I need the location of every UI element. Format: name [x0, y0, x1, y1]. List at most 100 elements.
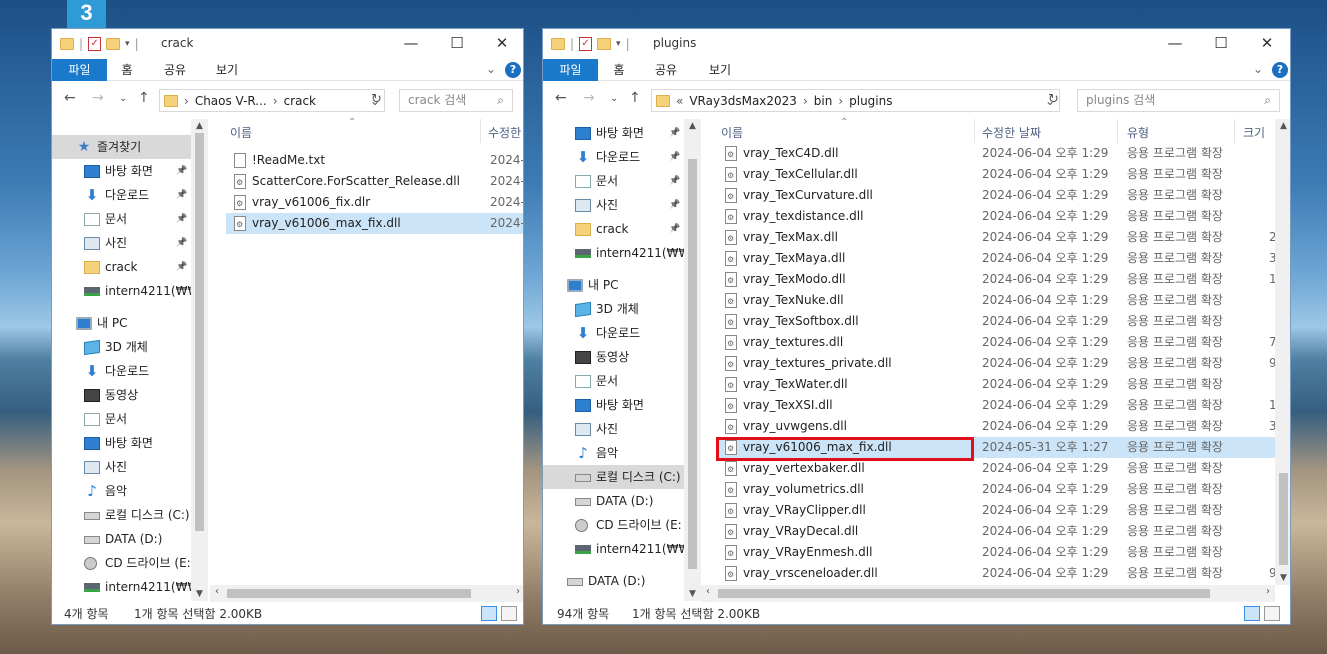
sidebar-item[interactable]: ⬇ 다운로드	[543, 321, 684, 345]
file-row[interactable]: vray_TexWater.dll 2024-06-04 오후 1:29 응용 프로…	[717, 374, 1275, 396]
sidebar-item[interactable]: 문서	[543, 369, 684, 393]
file-row[interactable]: vray_TexNuke.dll 2024-06-04 오후 1:29 응용 프로그…	[717, 290, 1275, 312]
pin-icon[interactable]: 📌	[669, 121, 680, 145]
sidebar-item[interactable]: ★ 즐겨찾기	[52, 135, 191, 159]
address-bar[interactable]: › Chaos V-R... › crack ⌄	[159, 89, 385, 112]
tab-view[interactable]: 보기	[701, 59, 739, 81]
file-row[interactable]: vray_TexXSI.dll 2024-06-04 오후 1:29 응용 프로그램…	[717, 395, 1277, 417]
column-size[interactable]: 크기	[1243, 124, 1265, 141]
column-date[interactable]: 수정한 날짜	[982, 124, 1041, 141]
minimize-button[interactable]: —	[1152, 29, 1198, 59]
scroll-thumb[interactable]	[1279, 473, 1288, 565]
properties-icon[interactable]: ✓	[88, 37, 102, 51]
tab-home[interactable]: 홈	[114, 59, 140, 81]
file-row[interactable]: vray_TexCurvature.dll 2024-06-04 오후 1:29 응…	[717, 185, 1275, 207]
minimize-button[interactable]: —	[388, 29, 434, 59]
column-date[interactable]: 수정한	[488, 124, 521, 141]
tab-share[interactable]: 공유	[156, 59, 194, 81]
sidebar-item[interactable]: 바탕 화면 📌	[52, 159, 191, 183]
maximize-button[interactable]: ☐	[434, 29, 480, 59]
file-row[interactable]: vray_TexModo.dll 2024-06-04 오후 1:29 응용 프로그…	[717, 269, 1277, 291]
scroll-left-icon[interactable]: ‹	[706, 586, 710, 597]
details-view-icon[interactable]	[481, 606, 497, 621]
address-bar[interactable]: « VRay3dsMax2023 › bin › plugins ⌄	[651, 89, 1060, 112]
sidebar-item[interactable]: 사진	[52, 455, 191, 479]
breadcrumb-overflow[interactable]: «	[676, 94, 683, 108]
scroll-thumb[interactable]	[227, 589, 471, 598]
file-row[interactable]: vray_TexMaya.dll 2024-06-04 오후 1:29 응용 프로그…	[717, 248, 1277, 270]
sidebar-item[interactable]: 문서 📌	[543, 169, 684, 193]
sidebar-item[interactable]: 3D 개체	[543, 297, 684, 321]
scroll-down-icon[interactable]: ▼	[1275, 573, 1290, 583]
sidebar-item[interactable]: 로컬 디스크 (C:)	[543, 465, 684, 489]
sidebar-item[interactable]: 사진 📌	[543, 193, 684, 217]
sidebar-item[interactable]: intern4211(₩₩ir	[543, 241, 699, 265]
sidebar-item[interactable]: ⬇ 다운로드 📌	[543, 145, 684, 169]
tab-home[interactable]: 홈	[606, 59, 632, 81]
back-arrow-icon[interactable]: ←	[64, 90, 76, 106]
scroll-right-icon[interactable]: ›	[1266, 586, 1270, 597]
sidebar-item[interactable]: 바탕 화면	[52, 431, 191, 455]
scroll-right-icon[interactable]: ›	[516, 586, 520, 597]
pin-icon[interactable]: 📌	[669, 169, 680, 193]
forward-arrow-icon[interactable]: →	[92, 90, 104, 106]
ribbon-expand-icon[interactable]: ⌄	[486, 62, 496, 76]
search-input[interactable]: plugins 검색 ⌕	[1077, 89, 1280, 112]
properties-icon[interactable]: ✓	[579, 37, 593, 51]
tab-share[interactable]: 공유	[647, 59, 685, 81]
file-row[interactable]: vray_volumetrics.dll 2024-06-04 오후 1:29 응용…	[717, 479, 1275, 501]
refresh-icon[interactable]: ↻	[371, 92, 382, 107]
scroll-up-icon[interactable]: ▲	[684, 121, 701, 131]
scroll-up-icon[interactable]: ▲	[1275, 121, 1290, 131]
scroll-left-icon[interactable]: ‹	[215, 586, 219, 597]
sidebar-item[interactable]: CD 드라이브 (E:	[543, 513, 684, 537]
pin-icon[interactable]: 📌	[669, 145, 680, 169]
file-row[interactable]: vray_VRayDecal.dll 2024-06-04 오후 1:29 응용 프…	[717, 521, 1275, 543]
pin-icon[interactable]: 📌	[176, 159, 187, 183]
horizontal-scrollbar[interactable]: ‹ ›	[701, 585, 1275, 602]
file-row[interactable]: ScatterCore.ForScatter_Release.dll 2024-0	[226, 171, 523, 193]
sidebar-item[interactable]: 바탕 화면	[543, 393, 684, 417]
sidebar-item[interactable]: crack 📌	[52, 255, 191, 279]
column-name[interactable]: 이름	[721, 124, 743, 141]
close-button[interactable]: ✕	[1244, 29, 1290, 59]
scroll-thumb[interactable]	[718, 589, 1210, 598]
recent-locations-icon[interactable]: ⌄	[119, 93, 127, 104]
sidebar-item[interactable]: DATA (D:)	[543, 489, 684, 513]
scroll-up-icon[interactable]: ▲	[191, 121, 208, 131]
title-bar[interactable]: | ✓ ▾ | crack — ☐ ✕	[52, 29, 523, 59]
horizontal-scrollbar[interactable]: ‹ ›	[210, 585, 523, 602]
sidebar-item[interactable]: intern4211(₩₩ir	[52, 575, 208, 599]
ribbon-expand-icon[interactable]: ⌄	[1253, 62, 1263, 76]
sidebar-item[interactable]: 바탕 화면 📌	[543, 121, 684, 145]
recent-locations-icon[interactable]: ⌄	[610, 93, 618, 104]
sidebar-item[interactable]: DATA (D:)	[52, 527, 191, 551]
file-row[interactable]: vray_v61006_fix.dlr 2024-0	[226, 192, 523, 214]
sidebar-item[interactable]: DATA (D:)	[543, 569, 684, 593]
file-row[interactable]: vray_TexMax.dll 2024-06-04 오후 1:29 응용 프로그램…	[717, 227, 1277, 249]
search-input[interactable]: crack 검색 ⌕	[399, 89, 513, 112]
large-icons-view-icon[interactable]	[1264, 606, 1280, 621]
close-button[interactable]: ✕	[479, 29, 523, 59]
file-row[interactable]: vray_v61006_max_fix.dll 2024-0	[226, 213, 523, 235]
folder-icon[interactable]	[551, 38, 565, 50]
breadcrumb-segment[interactable]: plugins	[849, 94, 892, 108]
tab-file[interactable]: 파일	[543, 59, 598, 81]
file-list-scrollbar[interactable]: ▲ ▼	[1275, 119, 1290, 585]
tab-view[interactable]: 보기	[208, 59, 246, 81]
file-row[interactable]: vray_VRayEnmesh.dll 2024-06-04 오후 1:29 응용 …	[717, 542, 1275, 564]
nav-scrollbar[interactable]: ▲ ▼	[191, 119, 208, 601]
large-icons-view-icon[interactable]	[501, 606, 517, 621]
file-row[interactable]: vray_VRayClipper.dll 2024-06-04 오후 1:29 응용…	[717, 500, 1275, 522]
tab-file[interactable]: 파일	[52, 59, 107, 81]
breadcrumb-segment[interactable]: VRay3dsMax2023	[689, 94, 797, 108]
scroll-down-icon[interactable]: ▼	[191, 589, 208, 599]
help-icon[interactable]: ?	[505, 62, 521, 78]
pin-icon[interactable]: 📌	[176, 231, 187, 255]
file-row[interactable]: vray_TexC4D.dll 2024-06-04 오후 1:29 응용 프로그램…	[717, 143, 1275, 165]
customize-toolbar-icon[interactable]: ▾	[125, 39, 130, 49]
sidebar-item[interactable]: 동영상	[543, 345, 684, 369]
sidebar-item[interactable]: intern4211(₩₩ir	[52, 279, 208, 303]
sidebar-item[interactable]: ⬇ 다운로드 📌	[52, 183, 191, 207]
breadcrumb-segment[interactable]: Chaos V-R...	[195, 94, 267, 108]
